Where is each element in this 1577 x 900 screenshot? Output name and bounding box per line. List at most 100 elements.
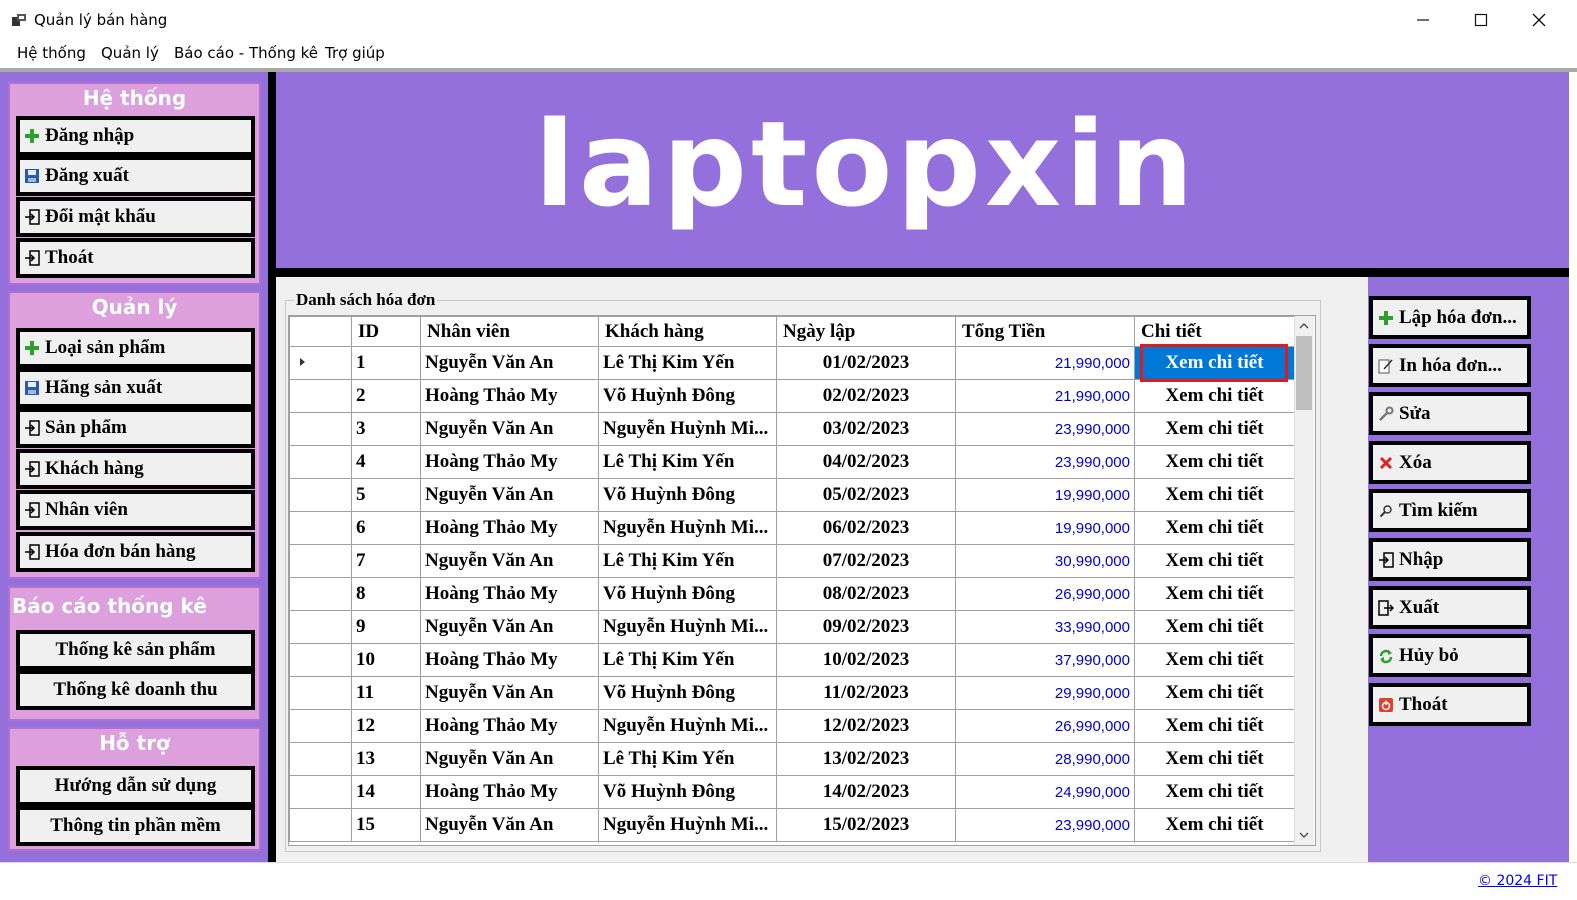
cell-date: 05/02/2023	[776, 478, 956, 512]
row-header[interactable]	[289, 511, 352, 545]
customer-button[interactable]: Khách hàng	[16, 449, 255, 489]
table-row[interactable]: 6 Hoàng Thảo My Nguyễn Huỳnh Mi... 06/02/20…	[289, 511, 1295, 545]
footer-link[interactable]: © 2024 FIT	[1478, 873, 1557, 889]
row-header[interactable]	[289, 676, 352, 710]
row-header[interactable]	[289, 544, 352, 578]
table-row[interactable]: 4 Hoàng Thảo My Lê Thị Kim Yến 04/02/2023 23…	[289, 445, 1295, 479]
row-header[interactable]	[289, 478, 352, 512]
import-label: Nhập	[1399, 548, 1444, 570]
table-row[interactable]: 13 Nguyễn Văn An Lê Thị Kim Yến 13/02/2023 2…	[289, 742, 1295, 776]
exit-action-button[interactable]: Thoát	[1369, 683, 1531, 726]
cell-date: 11/02/2023	[776, 676, 956, 710]
table-row[interactable]: 14 Hoàng Thảo My Võ Huỳnh Đông 14/02/2023 24…	[289, 775, 1295, 809]
cell-detail[interactable]: Xem chi tiết	[1134, 412, 1295, 446]
cell-detail[interactable]: Xem chi tiết	[1134, 676, 1295, 710]
import-icon	[23, 460, 41, 478]
table-row[interactable]: 11 Nguyễn Văn An Võ Huỳnh Đông 11/02/2023 29…	[289, 676, 1295, 710]
delete-label: Xóa	[1399, 451, 1432, 473]
menu-bao-cao[interactable]: Báo cáo - Thống kê	[174, 44, 318, 62]
cell-total: 21,990,000	[955, 346, 1135, 380]
print-invoice-button[interactable]: In hóa đơn...	[1369, 344, 1531, 387]
plus-icon	[23, 127, 41, 145]
cell-detail[interactable]: Xem chi tiết	[1134, 445, 1295, 479]
save-icon	[23, 379, 41, 397]
login-button[interactable]: Đăng nhập	[16, 116, 255, 156]
row-header[interactable]	[289, 610, 352, 644]
menu-he-thong[interactable]: Hệ thống	[17, 44, 86, 62]
product-button[interactable]: Sản phẩm	[16, 408, 255, 448]
cell-detail[interactable]: Xem chi tiết	[1134, 610, 1295, 644]
edit-button[interactable]: Sửa	[1369, 392, 1531, 435]
scroll-up-icon[interactable]	[1294, 316, 1314, 336]
cell-total: 33,990,000	[955, 610, 1135, 644]
invoice-grid[interactable]: ID Nhân viên Khách hàng Ngày lập Tổng Ti…	[288, 315, 1316, 846]
column-header-customer[interactable]: Khách hàng	[598, 316, 777, 347]
row-header[interactable]	[289, 742, 352, 776]
wrench-icon	[1377, 405, 1395, 423]
cell-detail[interactable]: Xem chi tiết	[1134, 742, 1295, 776]
table-row[interactable]: 9 Nguyễn Văn An Nguyễn Huỳnh Mi... 09/02/20…	[289, 610, 1295, 644]
change-password-button[interactable]: Đổi mật khẩu	[16, 197, 255, 237]
table-row[interactable]: 12 Hoàng Thảo My Nguyễn Huỳnh Mi... 12/02/2…	[289, 709, 1295, 743]
column-header-id[interactable]: ID	[351, 316, 421, 347]
product-stats-label: Thống kê sản phẩm	[55, 639, 216, 660]
manufacturer-label: Hãng sản xuất	[45, 377, 163, 398]
table-row[interactable]: 8 Hoàng Thảo My Võ Huỳnh Đông 08/02/2023 26,…	[289, 577, 1295, 611]
export-button[interactable]: Xuất	[1369, 586, 1531, 629]
cell-detail[interactable]: Xem chi tiết	[1134, 709, 1295, 743]
cell-detail[interactable]: Xem chi tiết	[1134, 643, 1295, 677]
plus-icon	[23, 339, 41, 357]
row-header[interactable]	[289, 709, 352, 743]
cell-detail[interactable]: Xem chi tiết	[1134, 577, 1295, 611]
delete-button[interactable]: Xóa	[1369, 441, 1531, 484]
row-header[interactable]	[289, 775, 352, 809]
menu-quan-ly[interactable]: Quản lý	[101, 44, 159, 62]
row-header[interactable]	[289, 577, 352, 611]
cell-detail[interactable]: Xem chi tiết	[1134, 544, 1295, 578]
table-row[interactable]: 5 Nguyễn Văn An Võ Huỳnh Đông 05/02/2023 19,…	[289, 478, 1295, 512]
cell-detail[interactable]: Xem chi tiết	[1134, 808, 1295, 842]
cell-detail[interactable]: Xem chi tiết	[1134, 511, 1295, 545]
row-header[interactable]	[289, 379, 352, 413]
column-header-date[interactable]: Ngày lập	[776, 316, 956, 347]
row-header[interactable]	[289, 643, 352, 677]
panel-report-title: Báo cáo thống kê	[12, 594, 207, 618]
product-stats-button[interactable]: Thống kê sản phẩm	[16, 630, 255, 670]
invoice-button[interactable]: Hóa đơn bán hàng	[16, 532, 255, 572]
column-header-total[interactable]: Tổng Tiền	[955, 316, 1135, 347]
cell-detail[interactable]: Xem chi tiết	[1134, 775, 1295, 809]
create-invoice-button[interactable]: Lập hóa đơn...	[1369, 296, 1531, 339]
row-header[interactable]	[289, 445, 352, 479]
import-button[interactable]: Nhập	[1369, 538, 1531, 581]
menu-tro-giup[interactable]: Trợ giúp	[325, 44, 385, 62]
manufacturer-button[interactable]: Hãng sản xuất	[16, 368, 255, 408]
row-header[interactable]	[289, 346, 352, 380]
table-row[interactable]: 7 Nguyễn Văn An Lê Thị Kim Yến 07/02/2023 30…	[289, 544, 1295, 578]
revenue-stats-button[interactable]: Thống kê doanh thu	[16, 670, 255, 710]
row-header[interactable]	[289, 808, 352, 842]
panel-manage: Quản lý Loại sản phẩm Hãng sản xuất Sản …	[8, 291, 261, 579]
table-row[interactable]: 2 Hoàng Thảo My Võ Huỳnh Đông 02/02/2023 21,…	[289, 379, 1295, 413]
software-info-button[interactable]: Thông tin phần mềm	[16, 806, 255, 846]
cell-employee: Nguyễn Văn An	[420, 808, 599, 842]
column-header-detail[interactable]: Chi tiết	[1134, 316, 1295, 347]
product-type-button[interactable]: Loại sản phẩm	[16, 328, 255, 368]
scrollbar-thumb[interactable]	[1296, 336, 1312, 410]
minimize-icon[interactable]	[1394, 0, 1452, 40]
logout-button[interactable]: Đăng xuất	[16, 156, 255, 196]
row-header[interactable]	[289, 412, 352, 446]
close-icon[interactable]	[1510, 0, 1568, 40]
cancel-button[interactable]: Hủy bỏ	[1369, 634, 1531, 677]
table-row[interactable]: 3 Nguyễn Văn An Nguyễn Huỳnh Mi... 03/02/20…	[289, 412, 1295, 446]
table-row[interactable]: 10 Hoàng Thảo My Lê Thị Kim Yến 10/02/2023 3…	[289, 643, 1295, 677]
employee-button[interactable]: Nhân viên	[16, 490, 255, 530]
maximize-icon[interactable]	[1452, 0, 1510, 40]
search-button[interactable]: Tìm kiếm	[1369, 489, 1531, 532]
exit-button[interactable]: Thoát	[16, 238, 255, 278]
table-row[interactable]: 15 Nguyễn Văn An Nguyễn Huỳnh Mi... 15/02/2…	[289, 808, 1295, 842]
column-header-employee[interactable]: Nhân viên	[420, 316, 599, 347]
cell-detail[interactable]: Xem chi tiết	[1134, 379, 1295, 413]
cell-detail[interactable]: Xem chi tiết	[1134, 478, 1295, 512]
scroll-down-icon[interactable]	[1294, 825, 1314, 845]
user-guide-button[interactable]: Hướng dẫn sử dụng	[16, 766, 255, 806]
